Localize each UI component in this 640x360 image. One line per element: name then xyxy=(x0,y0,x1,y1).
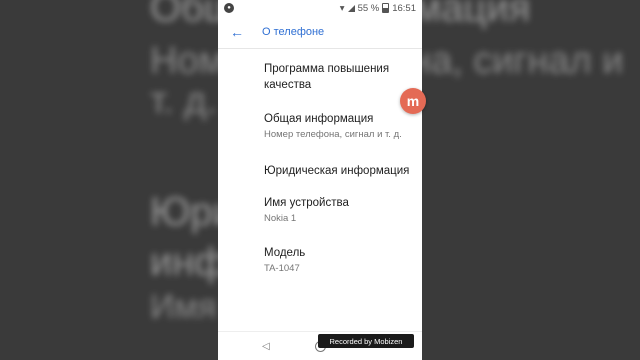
settings-item-device-name[interactable]: Имя устройства Nokia 1 xyxy=(264,179,414,225)
phone-screen: ● ▾ 55 % 16:51 ← О телефоне Программа по… xyxy=(218,0,422,360)
floating-recorder-button[interactable]: m xyxy=(400,88,426,114)
wifi-icon: ▾ xyxy=(339,2,345,14)
settings-item-model[interactable]: Модель TA-1047 xyxy=(264,225,414,275)
item-title: Юридическая информация xyxy=(264,165,410,177)
settings-list: Программа повышения качества Общая инфор… xyxy=(218,49,422,275)
page-title: О телефоне xyxy=(262,26,325,38)
app-toolbar: ← О телефоне xyxy=(218,16,422,49)
settings-item-general-info[interactable]: Общая информация Номер телефона, сигнал … xyxy=(264,93,414,141)
triangle-back-icon[interactable]: ◁ xyxy=(262,341,270,352)
item-title: Программа повышения качества xyxy=(264,63,390,91)
settings-item-legal-info[interactable]: Юридическая информация xyxy=(264,141,414,179)
arrow-left-icon[interactable]: ← xyxy=(230,24,250,40)
item-subtitle: Nokia 1 xyxy=(264,213,297,224)
settings-item-improvement-program[interactable]: Программа повышения качества xyxy=(264,49,414,93)
status-bar: ● ▾ 55 % 16:51 xyxy=(218,0,422,16)
clock: 16:51 xyxy=(392,2,416,14)
item-title: Модель xyxy=(264,247,306,259)
item-subtitle: Номер телефона, сигнал и т. д. xyxy=(264,129,402,140)
battery-icon xyxy=(382,3,390,13)
signal-icon xyxy=(347,4,355,12)
item-title: Имя устройства xyxy=(264,197,349,209)
item-title: Общая информация xyxy=(264,113,374,125)
bg-text: т. д. xyxy=(150,80,218,122)
battery-percent: 55 % xyxy=(357,2,380,14)
recorder-watermark: Recorded by Mobizen xyxy=(318,334,414,348)
item-subtitle: TA-1047 xyxy=(264,263,300,274)
app-notification-icon: ● xyxy=(224,3,234,13)
